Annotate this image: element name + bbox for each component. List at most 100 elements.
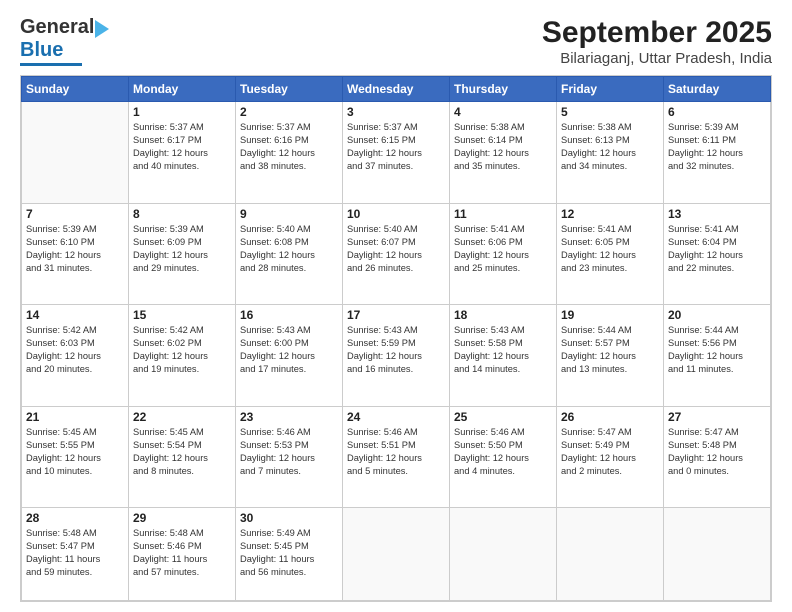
day-number: 3	[347, 105, 445, 119]
day-detail: Sunrise: 5:39 AMSunset: 6:09 PMDaylight:…	[133, 223, 231, 275]
table-row: 8 Sunrise: 5:39 AMSunset: 6:09 PMDaylight…	[129, 203, 236, 305]
day-number: 14	[26, 308, 124, 322]
day-detail: Sunrise: 5:46 AMSunset: 5:51 PMDaylight:…	[347, 426, 445, 478]
logo: General Blue	[20, 16, 117, 66]
day-number: 23	[240, 410, 338, 424]
day-detail: Sunrise: 5:37 AMSunset: 6:15 PMDaylight:…	[347, 121, 445, 173]
day-detail: Sunrise: 5:37 AMSunset: 6:17 PMDaylight:…	[133, 121, 231, 173]
day-detail: Sunrise: 5:42 AMSunset: 6:02 PMDaylight:…	[133, 324, 231, 376]
day-number: 28	[26, 511, 124, 525]
table-row: 30 Sunrise: 5:49 AMSunset: 5:45 PMDayligh…	[236, 508, 343, 601]
day-detail: Sunrise: 5:42 AMSunset: 6:03 PMDaylight:…	[26, 324, 124, 376]
day-detail: Sunrise: 5:40 AMSunset: 6:08 PMDaylight:…	[240, 223, 338, 275]
table-row: 21Sunrise: 5:45 AMSunset: 5:55 PMDayligh…	[22, 406, 129, 508]
day-number: 26	[561, 410, 659, 424]
table-row: 28Sunrise: 5:48 AMSunset: 5:47 PMDayligh…	[22, 508, 129, 601]
table-row: 5Sunrise: 5:38 AMSunset: 6:13 PMDaylight…	[557, 102, 664, 204]
page: General Blue September 2025 Bilariaganj,…	[0, 0, 792, 612]
table-row	[343, 508, 450, 601]
day-detail: Sunrise: 5:44 AMSunset: 5:57 PMDaylight:…	[561, 324, 659, 376]
table-row: 22 Sunrise: 5:45 AMSunset: 5:54 PMDayligh…	[129, 406, 236, 508]
table-row: 18 Sunrise: 5:43 AMSunset: 5:58 PMDayligh…	[450, 305, 557, 407]
calendar-table: Sunday Monday Tuesday Wednesday Thursday…	[21, 76, 771, 601]
day-detail: Sunrise: 5:38 AMSunset: 6:14 PMDaylight:…	[454, 121, 552, 173]
table-row	[557, 508, 664, 601]
table-row: 6Sunrise: 5:39 AMSunset: 6:11 PMDaylight…	[664, 102, 771, 204]
table-row: 2 Sunrise: 5:37 AMSunset: 6:16 PMDaylight…	[236, 102, 343, 204]
table-row: 4 Sunrise: 5:38 AMSunset: 6:14 PMDaylight…	[450, 102, 557, 204]
day-detail: Sunrise: 5:46 AMSunset: 5:50 PMDaylight:…	[454, 426, 552, 478]
day-number: 21	[26, 410, 124, 424]
table-row: 15 Sunrise: 5:42 AMSunset: 6:02 PMDayligh…	[129, 305, 236, 407]
day-number: 25	[454, 410, 552, 424]
calendar-title: September 2025	[542, 16, 772, 50]
calendar-header-row: Sunday Monday Tuesday Wednesday Thursday…	[22, 77, 771, 102]
calendar-week-row: 7 Sunrise: 5:39 AMSunset: 6:10 PMDaylight…	[22, 203, 771, 305]
day-detail: Sunrise: 5:49 AMSunset: 5:45 PMDaylight:…	[240, 527, 338, 579]
col-thursday: Thursday	[450, 77, 557, 102]
day-number: 17	[347, 308, 445, 322]
day-number: 19	[561, 308, 659, 322]
title-block: September 2025 Bilariaganj, Uttar Prades…	[542, 16, 772, 67]
day-detail: Sunrise: 5:43 AMSunset: 6:00 PMDaylight:…	[240, 324, 338, 376]
calendar-week-row: 14 Sunrise: 5:42 AMSunset: 6:03 PMDayligh…	[22, 305, 771, 407]
table-row: 25 Sunrise: 5:46 AMSunset: 5:50 PMDayligh…	[450, 406, 557, 508]
day-number: 9	[240, 207, 338, 221]
col-friday: Friday	[557, 77, 664, 102]
day-number: 4	[454, 105, 552, 119]
logo-arrow-icon	[95, 20, 117, 38]
col-monday: Monday	[129, 77, 236, 102]
day-detail: Sunrise: 5:38 AMSunset: 6:13 PMDaylight:…	[561, 121, 659, 173]
day-detail: Sunrise: 5:47 AMSunset: 5:48 PMDaylight:…	[668, 426, 766, 478]
day-detail: Sunrise: 5:43 AMSunset: 5:59 PMDaylight:…	[347, 324, 445, 376]
day-number: 7	[26, 207, 124, 221]
day-number: 13	[668, 207, 766, 221]
day-number: 15	[133, 308, 231, 322]
table-row: 26 Sunrise: 5:47 AMSunset: 5:49 PMDayligh…	[557, 406, 664, 508]
table-row	[664, 508, 771, 601]
day-number: 16	[240, 308, 338, 322]
table-row: 19 Sunrise: 5:44 AMSunset: 5:57 PMDayligh…	[557, 305, 664, 407]
day-number: 20	[668, 308, 766, 322]
calendar-week-row: 28Sunrise: 5:48 AMSunset: 5:47 PMDayligh…	[22, 508, 771, 601]
day-number: 27	[668, 410, 766, 424]
table-row: 7 Sunrise: 5:39 AMSunset: 6:10 PMDaylight…	[22, 203, 129, 305]
day-detail: Sunrise: 5:41 AMSunset: 6:05 PMDaylight:…	[561, 223, 659, 275]
day-number: 30	[240, 511, 338, 525]
table-row: 17 Sunrise: 5:43 AMSunset: 5:59 PMDayligh…	[343, 305, 450, 407]
calendar-week-row: 1Sunrise: 5:37 AMSunset: 6:17 PMDaylight…	[22, 102, 771, 204]
day-detail: Sunrise: 5:44 AMSunset: 5:56 PMDaylight:…	[668, 324, 766, 376]
day-detail: Sunrise: 5:40 AMSunset: 6:07 PMDaylight:…	[347, 223, 445, 275]
logo-blue: Blue	[20, 39, 63, 62]
table-row: 13Sunrise: 5:41 AMSunset: 6:04 PMDayligh…	[664, 203, 771, 305]
day-detail: Sunrise: 5:45 AMSunset: 5:54 PMDaylight:…	[133, 426, 231, 478]
header: General Blue September 2025 Bilariaganj,…	[20, 16, 772, 67]
day-number: 11	[454, 207, 552, 221]
table-row: 16 Sunrise: 5:43 AMSunset: 6:00 PMDayligh…	[236, 305, 343, 407]
table-row: 11 Sunrise: 5:41 AMSunset: 6:06 PMDayligh…	[450, 203, 557, 305]
day-number: 18	[454, 308, 552, 322]
day-detail: Sunrise: 5:41 AMSunset: 6:06 PMDaylight:…	[454, 223, 552, 275]
col-sunday: Sunday	[22, 77, 129, 102]
day-detail: Sunrise: 5:48 AMSunset: 5:46 PMDaylight:…	[133, 527, 231, 579]
table-row: 29Sunrise: 5:48 AMSunset: 5:46 PMDayligh…	[129, 508, 236, 601]
day-number: 8	[133, 207, 231, 221]
table-row: 23Sunrise: 5:46 AMSunset: 5:53 PMDayligh…	[236, 406, 343, 508]
table-row: 27 Sunrise: 5:47 AMSunset: 5:48 PMDayligh…	[664, 406, 771, 508]
day-number: 22	[133, 410, 231, 424]
day-detail: Sunrise: 5:37 AMSunset: 6:16 PMDaylight:…	[240, 121, 338, 173]
day-detail: Sunrise: 5:39 AMSunset: 6:10 PMDaylight:…	[26, 223, 124, 275]
table-row	[22, 102, 129, 204]
calendar-week-row: 21Sunrise: 5:45 AMSunset: 5:55 PMDayligh…	[22, 406, 771, 508]
table-row: 10Sunrise: 5:40 AMSunset: 6:07 PMDayligh…	[343, 203, 450, 305]
calendar-subtitle: Bilariaganj, Uttar Pradesh, India	[542, 50, 772, 67]
day-number: 2	[240, 105, 338, 119]
table-row: 20 Sunrise: 5:44 AMSunset: 5:56 PMDayligh…	[664, 305, 771, 407]
logo-general: General	[20, 16, 94, 39]
col-tuesday: Tuesday	[236, 77, 343, 102]
table-row: 14 Sunrise: 5:42 AMSunset: 6:03 PMDayligh…	[22, 305, 129, 407]
day-detail: Sunrise: 5:47 AMSunset: 5:49 PMDaylight:…	[561, 426, 659, 478]
table-row	[450, 508, 557, 601]
day-detail: Sunrise: 5:43 AMSunset: 5:58 PMDaylight:…	[454, 324, 552, 376]
col-saturday: Saturday	[664, 77, 771, 102]
